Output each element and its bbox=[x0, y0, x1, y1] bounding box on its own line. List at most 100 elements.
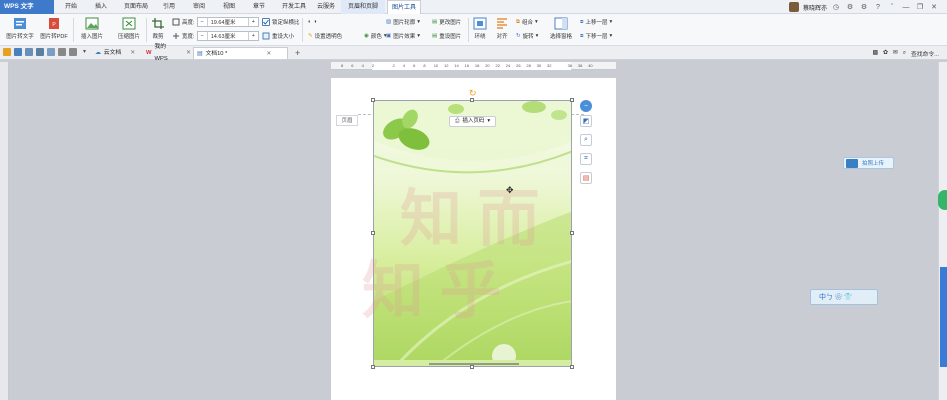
tab-cloud-docs[interactable]: ☁ 云文档 ✕ bbox=[92, 47, 142, 59]
tab-cloud-service[interactable]: 云服务 bbox=[313, 0, 339, 14]
redo-icon[interactable] bbox=[69, 48, 77, 56]
send-backward-button[interactable]: ⧈ 下移一层 ▾ bbox=[580, 30, 612, 42]
tab-dev-tools[interactable]: 开发工具 bbox=[277, 0, 311, 14]
tab-references[interactable]: 引用 bbox=[158, 0, 180, 14]
set-transparent-button[interactable]: ✎ 设置透明色 bbox=[308, 30, 342, 42]
insert-page-number-button[interactable]: ⎙ 插入页码 ▾ bbox=[449, 116, 497, 127]
search-input[interactable]: 查找命令... bbox=[911, 49, 939, 58]
search-icon[interactable]: ⌕ bbox=[903, 50, 906, 57]
ribbon-separator bbox=[302, 18, 303, 42]
resize-handle-e[interactable] bbox=[570, 231, 574, 235]
align-button[interactable]: 对齐 bbox=[492, 14, 512, 40]
tab-my-wps[interactable]: W 我的WPS ✕ bbox=[143, 44, 191, 62]
new-tab-button[interactable]: + bbox=[292, 47, 300, 59]
minimize-icon[interactable]: — bbox=[901, 4, 911, 11]
bring-forward-button[interactable]: ⧈ 上移一层 ▾ bbox=[580, 16, 612, 28]
compress-picture-button[interactable]: 压缩图片 bbox=[114, 14, 144, 40]
effect-icon: ▣ bbox=[386, 33, 392, 39]
close-icon[interactable]: ✕ bbox=[929, 3, 939, 11]
chevron-down-icon[interactable]: ▾ bbox=[83, 48, 91, 56]
zoom-icon[interactable]: ⌕ bbox=[580, 134, 592, 146]
settings-icon[interactable]: ⚙ bbox=[845, 3, 855, 11]
comment-icon[interactable]: ▩ bbox=[873, 50, 878, 56]
clock-icon[interactable]: ◷ bbox=[831, 3, 841, 11]
width-field[interactable]: −14.63厘米 + bbox=[196, 31, 259, 41]
rotate-button[interactable]: ↻ 旋转 ▾ bbox=[516, 30, 538, 42]
resize-handle-w[interactable] bbox=[371, 231, 375, 235]
img-to-text-button[interactable]: 图片转文字 bbox=[4, 14, 36, 40]
height-icon bbox=[172, 18, 180, 26]
height-field[interactable]: −19.64厘米 + bbox=[196, 17, 259, 27]
insert-picture-button[interactable]: 插入图片 bbox=[76, 14, 108, 40]
skin-icon[interactable]: ✿ bbox=[883, 50, 888, 56]
reset-size-button[interactable]: 重设大小 bbox=[262, 30, 294, 42]
skin-icon[interactable]: ⚙ bbox=[859, 3, 869, 11]
collapse-icon[interactable]: − bbox=[580, 100, 592, 112]
rotate-handle-icon[interactable]: ↻ bbox=[469, 88, 477, 99]
group-button[interactable]: ⧉ 组合 ▾ bbox=[516, 16, 538, 28]
img-to-pdf-button[interactable]: P 图片转PDF bbox=[38, 14, 70, 40]
picture-outline-button[interactable]: ▨ 图片轮廓 ▾ bbox=[386, 16, 420, 28]
vertical-scrollbar[interactable] bbox=[938, 62, 947, 400]
resize-handle-ne[interactable] bbox=[570, 98, 574, 102]
resize-handle-nw[interactable] bbox=[371, 98, 375, 102]
user-name[interactable]: 蔡晓辉亦 bbox=[803, 3, 827, 12]
height-decrement[interactable]: − bbox=[198, 19, 207, 25]
width-icon bbox=[173, 33, 179, 39]
change-picture-button[interactable]: ▤ 更改图片 bbox=[432, 16, 461, 28]
avatar[interactable] bbox=[788, 2, 799, 12]
save-icon[interactable] bbox=[14, 48, 22, 56]
contrast-buttons[interactable]: ◐ ◑ bbox=[308, 16, 317, 28]
crop-button[interactable]: 裁剪 bbox=[148, 14, 168, 40]
height-increment[interactable]: + bbox=[249, 19, 258, 25]
tab-document-10[interactable]: ▤ 文档10 * ✕ bbox=[193, 47, 288, 59]
tab-header-footer[interactable]: 页眉和页脚 bbox=[341, 0, 385, 14]
ruler-tick: 26 bbox=[516, 63, 521, 68]
preview-icon[interactable] bbox=[47, 48, 55, 56]
tab-review[interactable]: 审阅 bbox=[186, 0, 212, 14]
ribbon-separator bbox=[468, 18, 469, 42]
color-button[interactable]: ◉ 颜色 ▾ bbox=[364, 30, 387, 42]
tab-insert[interactable]: 插入 bbox=[88, 0, 114, 14]
share-icon[interactable]: ✉ bbox=[893, 50, 898, 56]
width-decrement[interactable]: − bbox=[198, 33, 207, 39]
tab-home[interactable]: 开始 bbox=[58, 0, 84, 14]
tab-picture-tools[interactable]: 图片工具 bbox=[387, 0, 421, 14]
ruler-tick: 14 bbox=[454, 63, 459, 68]
lock-ratio-checkbox[interactable]: 锁定纵横比 bbox=[262, 16, 300, 28]
tab-chapter[interactable]: 章节 bbox=[246, 0, 272, 14]
crop-icon[interactable]: ⌗ bbox=[580, 153, 592, 165]
picture-edit-icon[interactable]: ▤ bbox=[580, 172, 592, 184]
scrollbar-thumb[interactable] bbox=[940, 267, 947, 367]
picture-effect-button[interactable]: ▣ 图片效果 ▾ bbox=[386, 30, 420, 42]
resize-handle-s[interactable] bbox=[470, 365, 474, 369]
app-menu-button[interactable]: WPS 文字 bbox=[0, 0, 54, 14]
export-icon[interactable] bbox=[25, 48, 33, 56]
close-icon[interactable]: ✕ bbox=[130, 47, 135, 59]
close-icon[interactable]: ✕ bbox=[266, 48, 271, 60]
wrap-icon bbox=[473, 17, 487, 30]
photo-upload-widget[interactable]: 拍照上传 bbox=[843, 157, 894, 169]
help-icon[interactable]: ? bbox=[873, 4, 883, 11]
tab-view[interactable]: 视图 bbox=[216, 0, 242, 14]
brightness-icon[interactable]: ◑ bbox=[313, 19, 316, 25]
align-icon bbox=[497, 18, 507, 29]
resize-handle-sw[interactable] bbox=[371, 365, 375, 369]
selection-pane-button[interactable]: 选择窗格 bbox=[546, 14, 576, 40]
open-icon[interactable] bbox=[3, 48, 11, 56]
restore-icon[interactable]: ❐ bbox=[915, 3, 925, 11]
undo-icon[interactable] bbox=[58, 48, 66, 56]
layout-options-icon[interactable]: ◩ bbox=[580, 115, 592, 127]
print-icon[interactable] bbox=[36, 48, 44, 56]
close-icon[interactable]: ✕ bbox=[186, 47, 191, 59]
resize-handle-se[interactable] bbox=[570, 365, 574, 369]
contrast-icon[interactable]: ◐ bbox=[308, 19, 311, 25]
ribbon-toggle-icon[interactable]: ˇ bbox=[887, 4, 897, 11]
width-increment[interactable]: + bbox=[249, 33, 258, 39]
wrap-button[interactable]: 环绕 bbox=[470, 14, 490, 40]
ime-toolbar[interactable]: 中ㄅ ❀ 👕 bbox=[810, 289, 878, 305]
tab-page-layout[interactable]: 页面布局 bbox=[118, 0, 154, 14]
assistant-ball-icon[interactable] bbox=[938, 190, 947, 210]
chevron-down-icon: ▾ bbox=[535, 33, 539, 39]
reset-picture-button[interactable]: ▤ 重设图片 bbox=[432, 30, 461, 42]
